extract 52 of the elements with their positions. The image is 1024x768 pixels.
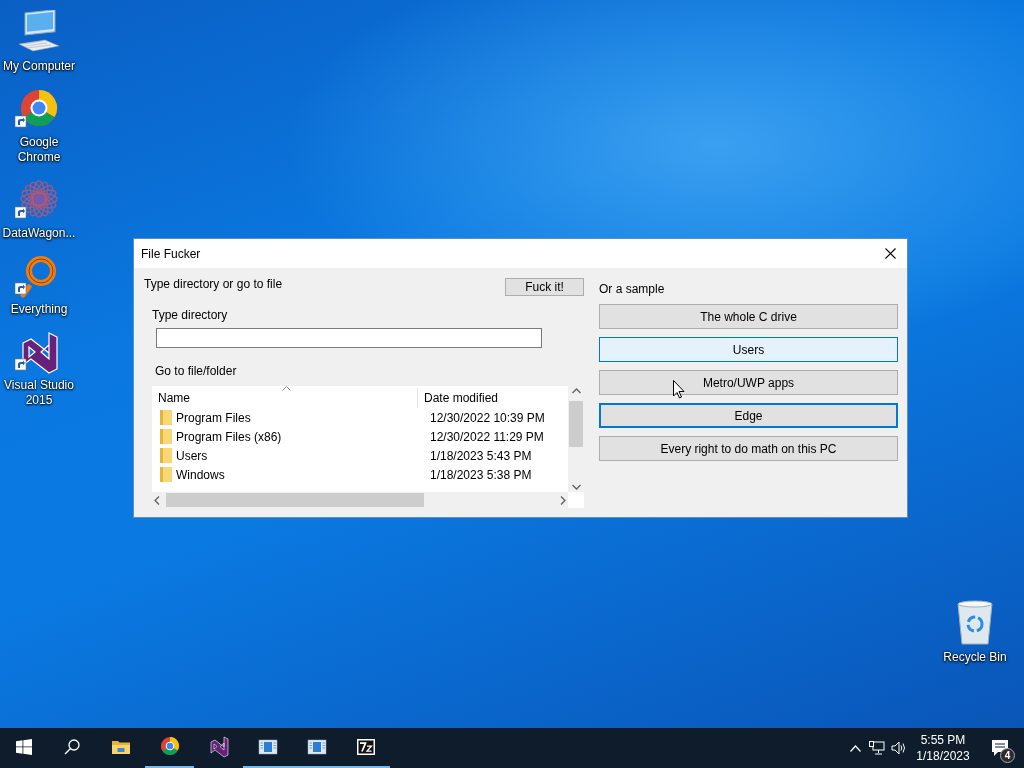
folder-icon [160, 410, 172, 425]
folder-icon [160, 448, 172, 463]
scroll-right-icon[interactable] [560, 495, 566, 505]
clock-date: 1/18/2023 [916, 748, 970, 764]
horizontal-scrollbar[interactable] [152, 492, 568, 508]
folder-icon [160, 467, 172, 482]
window-title: File Fucker [141, 246, 201, 261]
sample-button[interactable]: The whole C drive [599, 304, 898, 329]
network-icon [869, 741, 885, 755]
notification-count: 4 [1000, 748, 1015, 763]
scrollbar-thumb[interactable] [569, 401, 583, 447]
table-cell-text: 12/30/2022 10:39 PM [429, 410, 545, 425]
section-heading: Type directory or go to file [144, 277, 283, 291]
desktop-icon-label[interactable]: Google Chrome [1, 135, 77, 165]
field-label: Go to file/folder [155, 364, 238, 378]
table-cell-text: 1/18/2023 5:43 PM [429, 448, 532, 463]
desktop-icon-label[interactable]: Recycle Bin [943, 650, 1007, 664]
speaker-icon [891, 741, 907, 755]
table-cell[interactable]: Windows [152, 467, 418, 482]
column-header[interactable]: Name [152, 388, 418, 408]
go-button[interactable]: Fuck it! [505, 278, 584, 296]
scrollbar-thumb[interactable] [166, 493, 424, 507]
table-cell-text: 12/30/2022 11:29 PM [429, 429, 544, 444]
scroll-up-icon[interactable] [571, 388, 581, 394]
table-cell[interactable]: Program Files (x86) [152, 429, 418, 444]
section-heading: Or a sample [599, 282, 666, 296]
sample-button[interactable]: Users [599, 337, 898, 362]
notification-button[interactable]: 4 [976, 728, 1024, 768]
desktop-icon-label[interactable]: My Computer [1, 59, 77, 74]
close-icon [884, 248, 896, 259]
sample-button[interactable]: Every right to do math on this PC [599, 436, 898, 461]
table-cell[interactable]: Users [152, 448, 418, 463]
desktop-icon-label[interactable]: Everything [1, 302, 77, 317]
table-cell-text: 1/18/2023 5:38 PM [429, 467, 532, 482]
windows-logo-icon [16, 739, 32, 755]
desktop-icon-label[interactable]: Visual Studio 2015 [1, 378, 77, 408]
column-header[interactable]: Date modified [418, 388, 499, 408]
scroll-left-icon[interactable] [154, 495, 160, 505]
scroll-down-icon[interactable] [571, 484, 581, 490]
table-cell[interactable]: Program Files [152, 410, 418, 425]
directory-field[interactable] [156, 328, 542, 348]
clock[interactable]: 5:55 PM 1/18/2023 [910, 728, 976, 768]
field-label: Type directory [152, 308, 229, 322]
sample-button[interactable]: Metro/UWP apps [599, 370, 898, 395]
folder-icon [160, 429, 172, 444]
chevron-up-icon [849, 744, 861, 752]
trash-bin-icon[interactable] [955, 600, 995, 646]
desktop-icon-label[interactable]: DataWagon... [1, 226, 77, 241]
sample-button[interactable]: Edge [599, 403, 898, 428]
search-icon [64, 739, 80, 755]
clock-time: 5:55 PM [920, 732, 966, 748]
mouse-cursor-icon [673, 380, 685, 399]
